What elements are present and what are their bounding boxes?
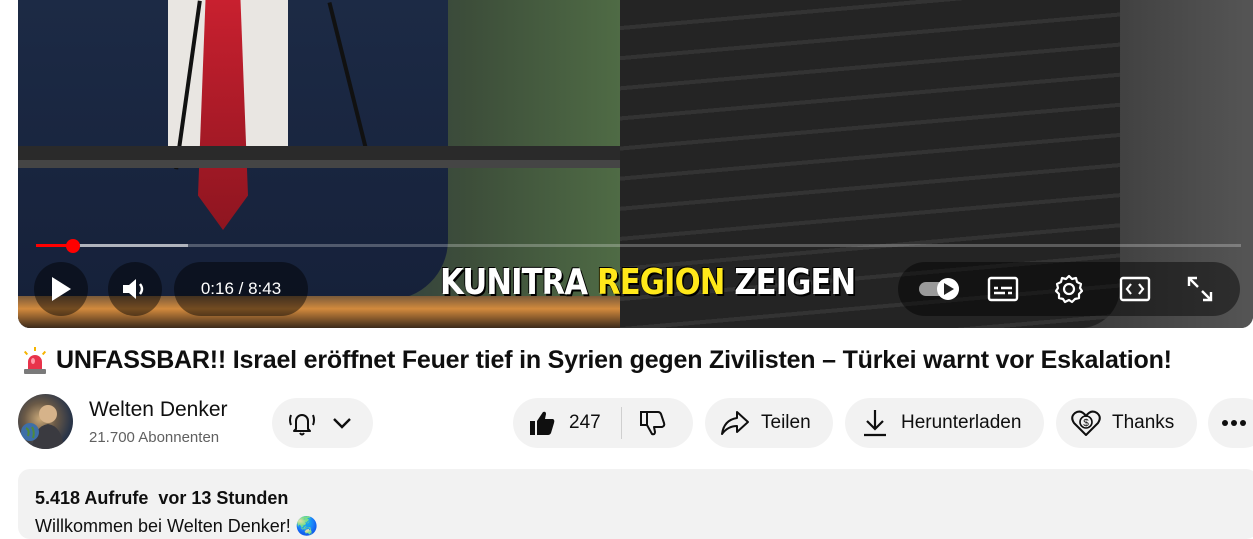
desk-rail [18,146,620,160]
chevron-down-icon [333,418,351,429]
volume-icon [123,279,144,299]
thumbs-up-icon [530,411,555,435]
play-button[interactable] [34,262,88,316]
svg-text:$: $ [1083,418,1089,429]
play-icon [52,277,71,301]
download-icon [864,410,886,437]
video-meta: 5.418 Aufrufe vor 13 Stunden [35,488,288,509]
subtitles-icon [987,276,1019,302]
thanks-button[interactable]: $ Thanks [1056,398,1197,448]
share-button[interactable]: Teilen [705,398,833,448]
fullscreen-icon [1187,276,1213,302]
time-current: 0:16 [200,279,234,298]
download-label: Herunterladen [901,412,1022,433]
more-horizontal-icon [1222,420,1246,426]
speaker-tie [198,0,248,230]
bell-icon [289,414,315,436]
caption-part-2: ZEIGEN [724,262,856,303]
theater-mode-icon [1119,276,1151,302]
autoplay-toggle[interactable] [918,273,962,305]
time-total: 8:43 [248,279,282,298]
like-dislike-group: 247 [513,398,693,448]
video-title: UNFASSBAR!! Israel eröffnet Feuer tief i… [56,346,1172,374]
desk-rail-lower [18,160,620,168]
autoplay-toggle-icon [919,278,959,300]
thanks-label: Thanks [1112,412,1175,433]
download-button[interactable]: Herunterladen [845,398,1044,448]
like-button[interactable]: 247 [527,408,601,438]
upload-age: vor 13 Stunden [158,488,289,508]
theater-mode-button[interactable] [1119,273,1151,305]
more-actions-button[interactable] [1208,398,1253,448]
avatar-image [21,405,64,449]
siren-icon [23,346,47,374]
player-right-controls [898,262,1240,316]
heart-dollar-icon: $ [1071,410,1101,436]
channel-avatar[interactable] [18,394,73,449]
settings-icon [1054,274,1084,304]
settings-button[interactable] [1053,273,1085,305]
caption-part-1: KUNITRA [440,262,597,303]
video-title-row: UNFASSBAR!! Israel eröffnet Feuer tief i… [22,346,1172,375]
time-display: 0:16 / 8:43 [174,262,308,316]
dislike-button[interactable] [638,408,668,438]
caption-highlight: REGION [596,262,725,303]
subscription-bell-button[interactable] [272,398,373,448]
description-text: Willkommen bei Welten Denker! 🌏 [35,516,319,536]
view-count: 5.418 Aufrufe [35,488,149,508]
progress-bar[interactable] [36,244,1241,247]
subtitles-button[interactable] [987,273,1019,305]
progress-scrubber[interactable] [66,239,80,253]
like-divider [620,407,622,439]
thumbs-down-icon [639,411,665,436]
video-player[interactable]: 0:16 / 8:43 KUNITRA REGION ZEIGEN [18,0,1253,328]
subscriber-count: 21.700 Abonnenten [89,429,220,446]
fullscreen-button[interactable] [1184,273,1216,305]
video-caption-text: KUNITRA REGION ZEIGEN [440,262,856,303]
channel-name[interactable]: Welten Denker [89,398,228,422]
like-count: 247 [569,412,601,433]
mute-button[interactable] [108,262,162,316]
share-icon [721,411,749,435]
description-box[interactable]: 5.418 Aufrufe vor 13 Stunden Willkommen … [18,469,1253,539]
share-label: Teilen [761,412,811,433]
time-separator: / [233,279,249,298]
